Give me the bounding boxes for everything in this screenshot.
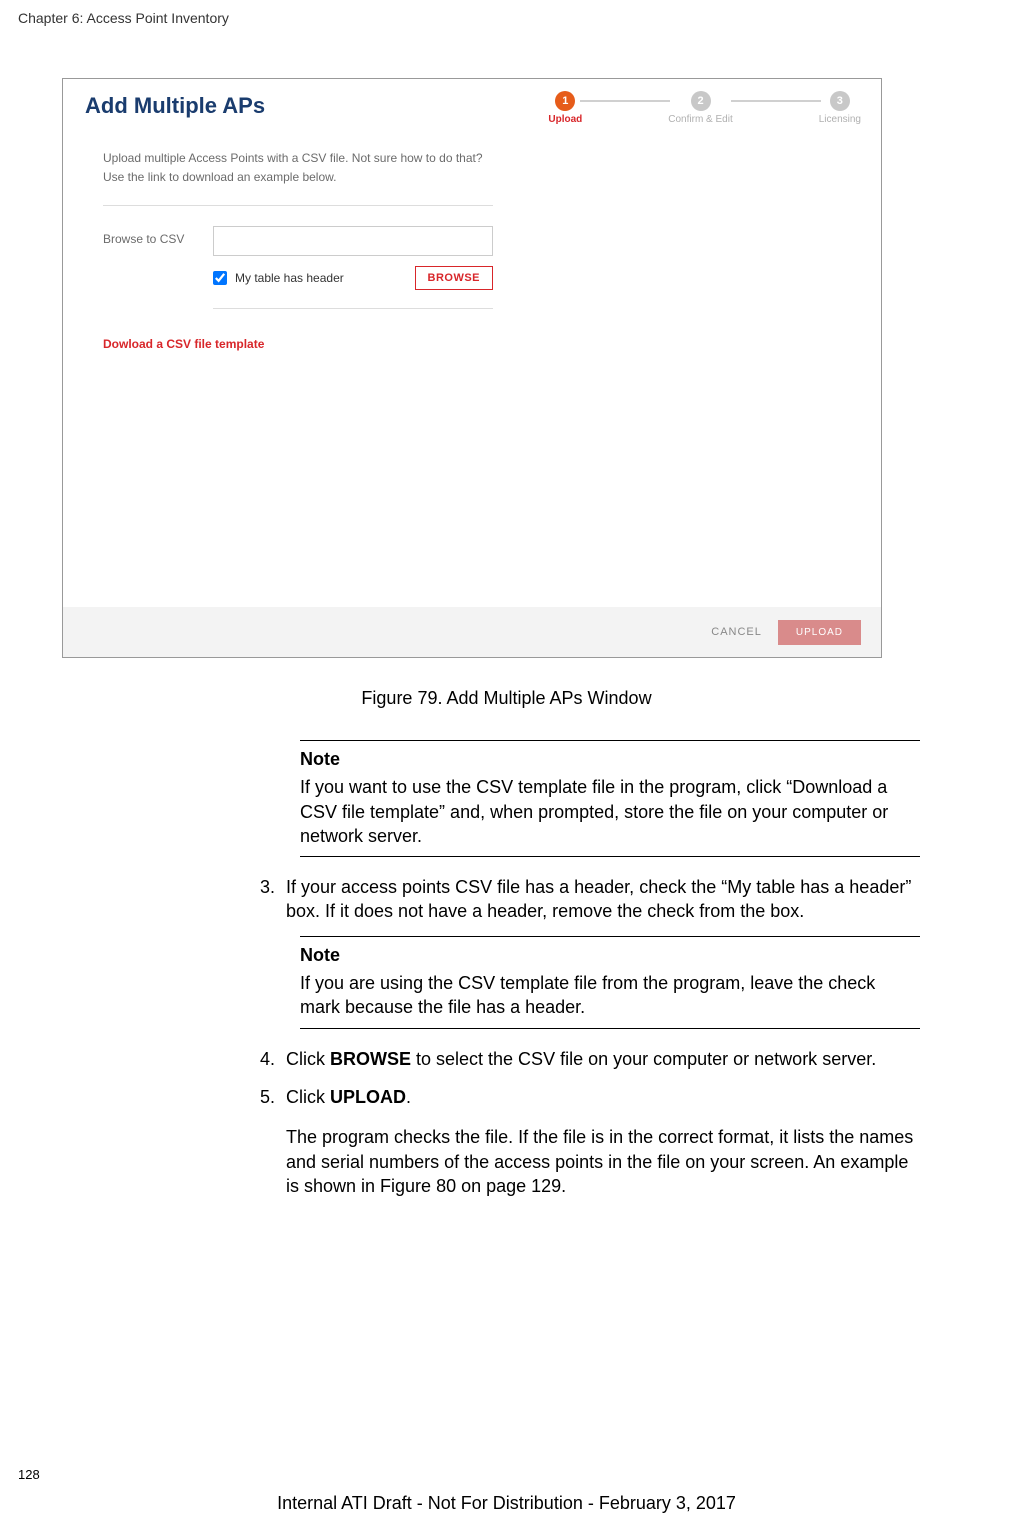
step-3-body: If your access points CSV file has a hea…: [286, 875, 920, 924]
page-number: 128: [18, 1467, 40, 1482]
step-3: 3. If your access points CSV file has a …: [260, 875, 920, 924]
wizard-circle-2: 2: [691, 91, 711, 111]
wizard-circle-1: 1: [555, 91, 575, 111]
header-checkbox-label: My table has header: [235, 271, 344, 285]
form-description: Upload multiple Access Points with a CSV…: [103, 149, 493, 206]
csv-path-input[interactable]: [213, 226, 493, 256]
wizard-circle-3: 3: [830, 91, 850, 111]
dialog-screenshot: Add Multiple APs 1 Upload 2 Confirm & Ed…: [62, 78, 882, 658]
step-5-body: Click UPLOAD. The program checks the fil…: [286, 1085, 920, 1198]
chapter-header: Chapter 6: Access Point Inventory: [18, 10, 229, 26]
browse-label: Browse to CSV: [103, 226, 213, 246]
wizard-step-licensing: 3 Licensing: [819, 91, 861, 125]
wizard-label-3: Licensing: [819, 114, 861, 125]
step-5-number: 5.: [260, 1085, 286, 1198]
step-5-sub: The program checks the file. If the file…: [286, 1125, 920, 1198]
footer-text: Internal ATI Draft - Not For Distributio…: [0, 1493, 1013, 1514]
download-template-link[interactable]: Dowload a CSV file template: [103, 337, 264, 351]
note-block-2: Note If you are using the CSV template f…: [300, 936, 920, 1029]
step-4-number: 4.: [260, 1047, 286, 1071]
wizard-step-confirm: 2 Confirm & Edit: [668, 91, 732, 125]
cancel-button[interactable]: CANCEL: [711, 626, 762, 638]
wizard-label-2: Confirm & Edit: [668, 114, 732, 125]
note-body-1: If you want to use the CSV template file…: [300, 775, 920, 848]
note-heading: Note: [300, 943, 920, 967]
browse-button[interactable]: BROWSE: [415, 266, 494, 290]
dialog-footer: CANCEL UPLOAD: [63, 607, 881, 657]
form-area: Upload multiple Access Points with a CSV…: [63, 119, 533, 353]
note-heading: Note: [300, 747, 920, 771]
header-checkbox[interactable]: [213, 271, 227, 285]
wizard-connector: [580, 100, 670, 102]
step-4-body: Click BROWSE to select the CSV file on y…: [286, 1047, 920, 1071]
upload-button[interactable]: UPLOAD: [778, 620, 861, 645]
note-body-2: If you are using the CSV template file f…: [300, 971, 920, 1020]
step-4: 4. Click BROWSE to select the CSV file o…: [260, 1047, 920, 1071]
content-column: Note If you want to use the CSV template…: [260, 730, 920, 1210]
wizard-step-upload[interactable]: 1 Upload: [548, 91, 582, 125]
figure-caption: Figure 79. Add Multiple APs Window: [0, 688, 1013, 709]
header-checkbox-wrap[interactable]: My table has header: [213, 271, 344, 285]
note-block-1: Note If you want to use the CSV template…: [300, 740, 920, 857]
step-3-number: 3.: [260, 875, 286, 924]
wizard-connector: [731, 100, 821, 102]
wizard-steps: 1 Upload 2 Confirm & Edit 3 Licensing: [548, 91, 861, 125]
browse-row: Browse to CSV My table has header BROWSE: [103, 206, 493, 315]
wizard-label-1: Upload: [548, 114, 582, 125]
step-5: 5. Click UPLOAD. The program checks the …: [260, 1085, 920, 1198]
